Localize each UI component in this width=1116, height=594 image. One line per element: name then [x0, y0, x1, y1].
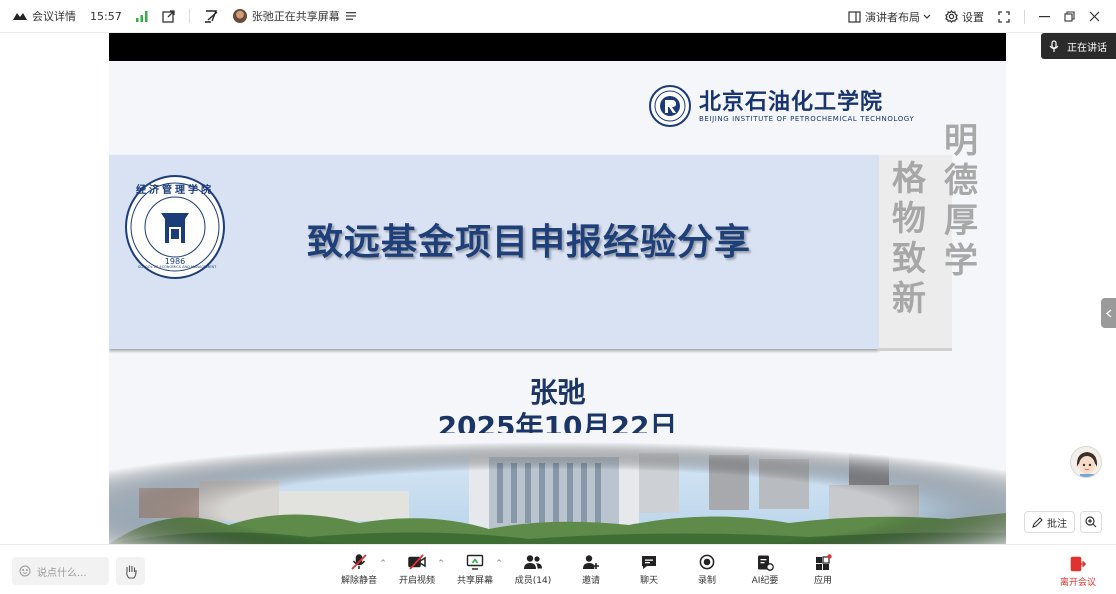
chat-icon: [642, 556, 656, 569]
raise-hand-button[interactable]: [116, 557, 145, 585]
meeting-details-button[interactable]: 会议详情: [12, 8, 76, 24]
ai-minutes-button[interactable]: AI纪要: [736, 551, 794, 586]
fullscreen-icon[interactable]: [998, 10, 1010, 23]
quick-chat-input[interactable]: 说点什么...: [12, 557, 109, 585]
apps-button[interactable]: 应用: [794, 551, 852, 586]
slide-top-black-bar: [109, 33, 1006, 61]
collapse-panel-tab[interactable]: [1101, 298, 1116, 328]
college-seal-top-text: 经济管理学院: [136, 185, 214, 196]
layout-label: 演讲者布局: [865, 10, 920, 24]
chat-button[interactable]: 聊天: [620, 551, 678, 586]
ai-minutes-icon: [758, 555, 774, 571]
chevron-left-icon: [1105, 309, 1111, 317]
settings-label: 设置: [962, 10, 984, 24]
share-screen-icon: [466, 554, 484, 570]
sharing-status-label: 张弛正在共享屏幕: [251, 10, 340, 23]
assistant-character-icon: [1076, 452, 1098, 477]
share-screen-button[interactable]: ^ 共享屏幕: [446, 551, 504, 586]
annotate-button[interactable]: 批注: [1024, 511, 1075, 533]
school-seal-icon: [649, 85, 691, 127]
record-icon: [699, 554, 715, 570]
tool-label: 邀请: [581, 576, 600, 586]
menu-lines-icon: [345, 12, 356, 20]
leave-meeting-label: 离开会议: [1059, 578, 1096, 588]
ai-assistant-avatar[interactable]: [1070, 446, 1102, 478]
apps-grid-icon: [816, 553, 832, 570]
settings-button[interactable]: 设置: [945, 9, 984, 25]
quick-chat-placeholder: 说点什么...: [37, 567, 87, 579]
layout-icon: [848, 10, 861, 23]
bottom-toolbar: 说点什么... ^ 解除静音 ^ 开启视频 ^ 共享屏幕 成员(14) 邀请 聊…: [0, 544, 1116, 594]
tool-label: 聊天: [639, 576, 658, 586]
speaking-indicator[interactable]: 正在讲话: [1041, 33, 1116, 59]
gear-icon: [945, 10, 958, 23]
tool-label: 应用: [813, 576, 832, 586]
meeting-time: 15:57: [90, 9, 122, 23]
tool-label: AI纪要: [751, 576, 779, 586]
minimize-icon[interactable]: [1039, 11, 1050, 22]
camera-off-icon: [408, 554, 426, 570]
tool-label: 共享屏幕: [456, 576, 493, 586]
layout-dropdown[interactable]: 演讲者布局: [848, 9, 931, 25]
members-button[interactable]: 成员(14): [504, 551, 562, 586]
start-video-button[interactable]: ^ 开启视频: [388, 551, 446, 586]
tencent-meeting-logo-icon: [13, 13, 27, 20]
restore-window-icon[interactable]: [1064, 11, 1075, 22]
calligraphy-left: 格物致新: [892, 159, 926, 319]
popout-window-icon[interactable]: [162, 9, 175, 23]
school-name-cn: 北京石油化工学院: [699, 89, 884, 115]
college-seal-bottom-text: SCHOOL OF ECONOMICS AND MANAGEMENT: [137, 265, 217, 269]
shared-screen-slide: 北京石油化工学院 BEIJING INSTITUTE OF PETROCHEMI…: [109, 33, 1006, 544]
divider: [188, 9, 190, 23]
annotate-share-icon[interactable]: [204, 9, 219, 23]
speaking-label: 正在讲话: [1067, 42, 1107, 54]
signal-strength-icon[interactable]: [135, 10, 148, 22]
tool-label: 录制: [697, 576, 716, 586]
zoom-in-icon: [1085, 516, 1097, 528]
divider: [1024, 9, 1025, 24]
college-seal: 经济管理学院 1986 SCHOOL OF ECONOMICS AND MANA…: [125, 175, 225, 279]
campus-photo: [109, 433, 1006, 544]
invite-button[interactable]: 邀请: [562, 551, 620, 586]
chevron-down-icon: [923, 14, 931, 19]
zoom-in-button[interactable]: [1080, 511, 1102, 533]
chevron-up-icon[interactable]: ^: [380, 559, 386, 567]
tool-label: 成员(14): [514, 576, 552, 586]
pen-icon: [1032, 516, 1043, 528]
tool-label: 解除静音: [340, 576, 377, 586]
school-name-en: BEIJING INSTITUTE OF PETROCHEMICAL TECHN…: [699, 115, 915, 123]
slide-title: 致远基金项目申报经验分享: [307, 222, 752, 263]
meeting-tools: ^ 解除静音 ^ 开启视频 ^ 共享屏幕 成员(14) 邀请 聊天 录制 AI纪…: [330, 551, 852, 586]
members-icon: [524, 555, 542, 569]
exit-icon: [1070, 556, 1086, 572]
chevron-up-icon[interactable]: ^: [438, 559, 444, 567]
raise-hand-icon: [125, 565, 137, 579]
microphone-muted-icon: [351, 554, 367, 570]
close-icon[interactable]: [1089, 11, 1100, 22]
record-button[interactable]: 录制: [678, 551, 736, 586]
chevron-up-icon[interactable]: ^: [496, 559, 502, 567]
annotate-label: 批注: [1047, 518, 1067, 530]
meeting-details-label: 会议详情: [32, 10, 76, 23]
unmute-button[interactable]: ^ 解除静音: [330, 551, 388, 586]
tool-label: 开启视频: [398, 576, 435, 586]
title-band: 经济管理学院 1986 SCHOOL OF ECONOMICS AND MANA…: [109, 155, 879, 349]
calligraphy-right: 明德厚学: [944, 121, 978, 281]
microphone-icon: [1049, 39, 1059, 52]
sharer-avatar: [232, 9, 247, 23]
emoji-icon: [19, 565, 31, 577]
sharing-status[interactable]: 张弛正在共享屏幕: [232, 8, 356, 24]
top-bar: 会议详情 15:57 张弛正在共享屏幕 演讲者布局 设置: [0, 0, 1116, 33]
leave-meeting-button[interactable]: 离开会议: [1052, 553, 1104, 588]
add-user-icon: [583, 555, 599, 569]
school-logo: 北京石油化工学院 BEIJING INSTITUTE OF PETROCHEMI…: [649, 85, 914, 127]
